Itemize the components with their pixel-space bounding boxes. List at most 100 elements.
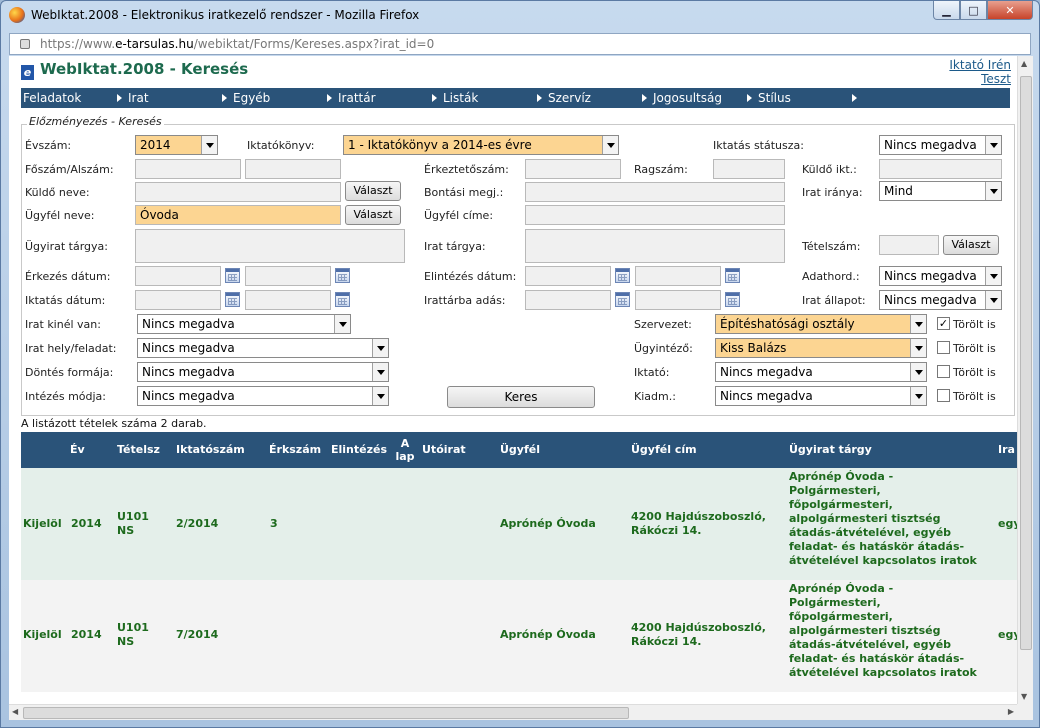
calendar-icon[interactable] xyxy=(335,268,350,283)
row-cim-line1: 4200 Hajdúszoboszló, xyxy=(631,621,766,634)
szervezet-torolt-checkbox[interactable]: ✓ xyxy=(937,317,950,330)
irat-kinel-label: Irat kinél van: xyxy=(25,318,101,331)
torolt-label: Törölt is xyxy=(953,390,996,403)
dontes-select[interactable]: Nincs megadva xyxy=(137,362,389,382)
horizontal-scroll-thumb[interactable] xyxy=(23,707,629,719)
calendar-icon[interactable] xyxy=(335,292,350,307)
ragszam-input[interactable] xyxy=(713,159,785,179)
kuldo-valaszt-button[interactable]: Választ xyxy=(345,181,401,201)
calendar-icon[interactable] xyxy=(225,292,240,307)
col-elintezes[interactable]: Elintézés xyxy=(331,443,387,456)
irattarba-to-input[interactable] xyxy=(635,290,721,310)
erkezes-datum-to-input[interactable] xyxy=(245,266,331,286)
menu-feladatok[interactable]: Feladatok xyxy=(21,88,126,108)
ugyintezo-torolt-checkbox[interactable] xyxy=(937,341,950,354)
menu-szerviz[interactable]: Szervíz xyxy=(546,88,651,108)
irat-hely-label: Irat hely/feladat: xyxy=(25,342,117,355)
close-button[interactable]: ✕ xyxy=(987,1,1033,20)
iktato-torolt-checkbox[interactable] xyxy=(937,365,950,378)
col-ugyfel-cim[interactable]: Ügyfél cím xyxy=(631,443,697,456)
irat-allapot-select[interactable]: Nincs megadva xyxy=(879,290,1002,310)
kuldo-neve-input[interactable] xyxy=(135,182,341,202)
calendar-icon[interactable] xyxy=(615,268,630,283)
maximize-button[interactable]: □ xyxy=(960,1,987,20)
col-a-lap[interactable]: A lap xyxy=(395,437,415,463)
irat-iranya-select[interactable]: Mind xyxy=(879,181,1002,201)
menu-egyeb[interactable]: Egyéb xyxy=(231,88,336,108)
erkeztetoszam-input[interactable] xyxy=(525,159,621,179)
vertical-scroll-thumb[interactable] xyxy=(1020,76,1032,650)
row-ugyfel: Aprónép Óvoda xyxy=(500,517,596,530)
iktatas-datum-to-input[interactable] xyxy=(245,290,331,310)
iktatokonyv-select[interactable]: 1 - Iktatókönyv a 2014-es évre xyxy=(343,135,619,155)
row-targy-line: Aprónép Óvoda - xyxy=(789,470,894,483)
adathord-select[interactable]: Nincs megadva xyxy=(879,266,1002,286)
irat-kinel-select[interactable]: Nincs megadva xyxy=(137,314,351,334)
scroll-corner xyxy=(1017,704,1033,720)
menu-irat[interactable]: Irat xyxy=(126,88,231,108)
col-ev[interactable]: Év xyxy=(70,443,85,456)
iktato-select[interactable]: Nincs megadva xyxy=(715,362,927,382)
irat-targya-input[interactable] xyxy=(525,229,785,263)
menu-irattar[interactable]: Irattár xyxy=(336,88,441,108)
col-ugyirat-targy[interactable]: Ügyirat tárgy xyxy=(789,443,872,456)
menu-stilus[interactable]: Stílus xyxy=(756,88,861,108)
calendar-icon[interactable] xyxy=(225,268,240,283)
vertical-scrollbar[interactable]: ▲ ▼ xyxy=(1017,56,1033,704)
iktatas-statusza-select[interactable]: Nincs megadva xyxy=(879,135,1002,155)
col-iktatoszam[interactable]: Iktatószám xyxy=(176,443,245,456)
intezes-select[interactable]: Nincs megadva xyxy=(137,386,389,406)
kijelol-link[interactable]: Kijelöl xyxy=(23,628,62,642)
elintezes-datum-to-input[interactable] xyxy=(635,266,721,286)
kiadm-torolt-checkbox[interactable] xyxy=(937,389,950,402)
calendar-icon[interactable] xyxy=(725,292,740,307)
elintezes-datum-from-input[interactable] xyxy=(525,266,611,286)
iktatas-datum-from-input[interactable] xyxy=(135,290,221,310)
ugyfel-valaszt-button[interactable]: Választ xyxy=(345,205,401,225)
scroll-down-icon[interactable]: ▼ xyxy=(1021,692,1027,701)
minimize-button[interactable]: ▁ xyxy=(933,1,960,20)
erkezes-datum-from-input[interactable] xyxy=(135,266,221,286)
scroll-left-icon[interactable]: ◀ xyxy=(12,707,18,716)
tetelszam-valaszt-button[interactable]: Választ xyxy=(943,235,999,255)
page-viewport: e WebIktat.2008 - Keresés Iktató Irén Tes… xyxy=(9,56,1033,720)
calendar-icon[interactable] xyxy=(725,268,740,283)
ugyfel-cime-label: Ügyfél címe: xyxy=(424,209,494,222)
ugyintezo-select[interactable]: Kiss Balázs xyxy=(715,338,927,358)
keres-button[interactable]: Keres xyxy=(447,386,595,408)
szervezet-select[interactable]: Építéshatósági osztály xyxy=(715,314,927,334)
menu-jogosultsag[interactable]: Jogosultság xyxy=(651,88,756,108)
kiadm-label: Kiadm.: xyxy=(634,390,676,403)
calendar-icon[interactable] xyxy=(615,292,630,307)
user-name-link[interactable]: Iktató Irén xyxy=(949,58,1011,72)
row-targy-line: átvételével kapcsolatos iratok xyxy=(789,554,977,567)
irattarba-from-input[interactable] xyxy=(525,290,611,310)
chevron-down-icon xyxy=(334,315,350,333)
ugyfel-cime-input[interactable] xyxy=(525,205,785,225)
foszam-input[interactable] xyxy=(135,159,241,179)
user-role-link[interactable]: Teszt xyxy=(949,72,1011,86)
col-utoirat[interactable]: Utóirat xyxy=(422,443,466,456)
ugyfel-neve-input[interactable]: Óvoda xyxy=(135,205,341,225)
address-bar[interactable]: https://www.e-tarsulas.hu/webiktat/Forms… xyxy=(9,33,1031,55)
evszam-select[interactable]: 2014 xyxy=(135,135,218,155)
row-iktatoszam: 7/2014 xyxy=(176,628,219,641)
ugyirat-targya-input[interactable] xyxy=(135,229,405,263)
menu-listak[interactable]: Listák xyxy=(441,88,546,108)
alszam-input[interactable] xyxy=(245,159,341,179)
chevron-down-icon xyxy=(910,363,926,381)
irat-hely-select[interactable]: Nincs megadva xyxy=(137,338,389,358)
col-ugyfel[interactable]: Ügyfél xyxy=(500,443,540,456)
bontasi-input[interactable] xyxy=(525,182,785,202)
scroll-up-icon[interactable]: ▲ xyxy=(1021,59,1027,68)
kijelol-link[interactable]: Kijelöl xyxy=(23,517,62,531)
col-erkszam[interactable]: Érkszám xyxy=(269,443,321,456)
col-ira[interactable]: Ira xyxy=(998,443,1015,456)
ugyfel-neve-label: Ügyfél neve: xyxy=(25,209,95,222)
kiadm-select[interactable]: Nincs megadva xyxy=(715,386,927,406)
scroll-right-icon[interactable]: ▶ xyxy=(1008,707,1014,716)
kuldo-ikt-input[interactable] xyxy=(879,159,1002,179)
tetelszam-input[interactable] xyxy=(879,235,939,255)
horizontal-scrollbar[interactable]: ◀ ▶ xyxy=(9,704,1017,720)
col-tetelsz[interactable]: Tételsz xyxy=(117,443,160,456)
